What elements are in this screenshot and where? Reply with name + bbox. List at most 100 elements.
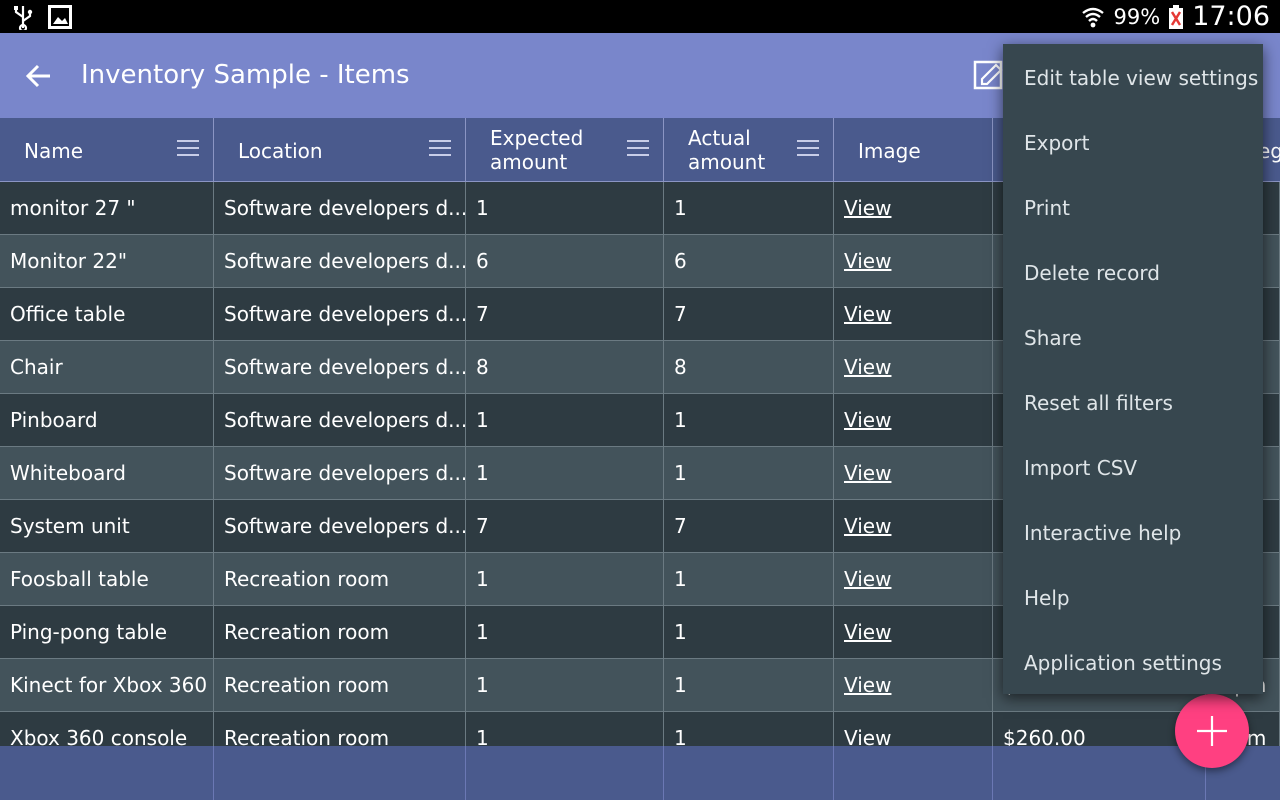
column-header-label: Expected amount bbox=[490, 126, 583, 174]
cell-image[interactable]: View bbox=[834, 659, 993, 712]
cell-expected[interactable]: 7 bbox=[466, 288, 664, 341]
back-arrow-icon[interactable] bbox=[24, 61, 54, 91]
cell-image[interactable]: View bbox=[834, 341, 993, 394]
cell-expected[interactable]: 1 bbox=[466, 182, 664, 235]
cell-name[interactable]: Monitor 22" bbox=[0, 235, 214, 288]
menu-item-delete-record[interactable]: Delete record bbox=[1024, 261, 1160, 285]
cell-image[interactable]: View bbox=[834, 235, 993, 288]
cell-image[interactable]: View bbox=[834, 182, 993, 235]
cell-actual[interactable]: 1 bbox=[664, 394, 834, 447]
cell-actual[interactable]: 1 bbox=[664, 182, 834, 235]
cell-expected[interactable]: 1 bbox=[466, 447, 664, 500]
cell-text: 7 bbox=[674, 302, 687, 326]
cell-text: Recreation room bbox=[224, 567, 390, 591]
view-image-link[interactable]: View bbox=[844, 355, 891, 379]
view-image-link[interactable]: View bbox=[844, 567, 891, 591]
cell-expected[interactable]: 1 bbox=[466, 553, 664, 606]
cell-text: 1 bbox=[674, 673, 687, 697]
menu-item-interactive-help[interactable]: Interactive help bbox=[1024, 521, 1181, 545]
cell-actual[interactable]: 1 bbox=[664, 553, 834, 606]
cell-expected[interactable]: 6 bbox=[466, 235, 664, 288]
column-header-image[interactable]: Image bbox=[834, 118, 993, 182]
view-image-link[interactable]: View bbox=[844, 673, 891, 697]
cell-text: Ping-pong table bbox=[10, 620, 168, 644]
view-image-link[interactable]: View bbox=[844, 620, 891, 644]
cell-text: Software developers d... bbox=[224, 355, 466, 379]
column-menu-icon[interactable] bbox=[627, 140, 649, 156]
footer-cell bbox=[214, 746, 466, 800]
view-image-link[interactable]: View bbox=[844, 514, 891, 538]
cell-image[interactable]: View bbox=[834, 553, 993, 606]
page-title: Inventory Sample - Items bbox=[81, 60, 410, 90]
cell-name[interactable]: Foosball table bbox=[0, 553, 214, 606]
cell-actual[interactable]: 8 bbox=[664, 341, 834, 394]
column-menu-icon[interactable] bbox=[177, 140, 199, 156]
cell-location[interactable]: Software developers d... bbox=[214, 182, 466, 235]
view-image-link[interactable]: View bbox=[844, 196, 891, 220]
menu-item-edit-table-view-settings[interactable]: Edit table view settings bbox=[1024, 66, 1258, 90]
cell-expected[interactable]: 1 bbox=[466, 659, 664, 712]
column-header-location[interactable]: Location bbox=[214, 118, 466, 182]
cell-location[interactable]: Recreation room bbox=[214, 606, 466, 659]
cell-expected[interactable]: 7 bbox=[466, 500, 664, 553]
add-record-button[interactable] bbox=[1175, 694, 1249, 768]
view-image-link[interactable]: View bbox=[844, 408, 891, 432]
cell-expected[interactable]: 8 bbox=[466, 341, 664, 394]
cell-name[interactable]: Kinect for Xbox 360 bbox=[0, 659, 214, 712]
menu-item-reset-all-filters[interactable]: Reset all filters bbox=[1024, 391, 1173, 415]
cell-actual[interactable]: 6 bbox=[664, 235, 834, 288]
menu-item-application-settings[interactable]: Application settings bbox=[1024, 651, 1222, 675]
cell-text: Foosball table bbox=[10, 567, 149, 591]
cell-name[interactable]: Whiteboard bbox=[0, 447, 214, 500]
cell-text: 1 bbox=[674, 620, 687, 644]
cell-expected[interactable]: 1 bbox=[466, 394, 664, 447]
column-header-name[interactable]: Name bbox=[0, 118, 214, 182]
cell-image[interactable]: View bbox=[834, 394, 993, 447]
cell-name[interactable]: Office table bbox=[0, 288, 214, 341]
menu-item-help[interactable]: Help bbox=[1024, 586, 1070, 610]
cell-image[interactable]: View bbox=[834, 606, 993, 659]
column-header-label: Name bbox=[24, 139, 84, 163]
column-header-label-line1: Actual bbox=[688, 126, 751, 150]
column-header-expected-amount[interactable]: Expected amount bbox=[466, 118, 664, 182]
cell-name[interactable]: Ping-pong table bbox=[0, 606, 214, 659]
cell-image[interactable]: View bbox=[834, 447, 993, 500]
cell-name[interactable]: Chair bbox=[0, 341, 214, 394]
view-image-link[interactable]: View bbox=[844, 302, 891, 326]
cell-actual[interactable]: 7 bbox=[664, 500, 834, 553]
table-footer bbox=[0, 746, 1280, 800]
column-menu-icon[interactable] bbox=[429, 140, 451, 156]
cell-actual[interactable]: 7 bbox=[664, 288, 834, 341]
cell-text: 1 bbox=[476, 461, 489, 485]
cell-actual[interactable]: 1 bbox=[664, 606, 834, 659]
cell-location[interactable]: Software developers d... bbox=[214, 341, 466, 394]
cell-location[interactable]: Software developers d... bbox=[214, 288, 466, 341]
menu-item-import-csv[interactable]: Import CSV bbox=[1024, 456, 1137, 480]
status-bar: 99% 17:06 bbox=[0, 0, 1280, 33]
column-header-label-line2: amount bbox=[490, 150, 568, 174]
cell-location[interactable]: Software developers d... bbox=[214, 447, 466, 500]
cell-location[interactable]: Software developers d... bbox=[214, 235, 466, 288]
column-header-label: Image bbox=[858, 139, 921, 163]
cell-text: Recreation room bbox=[224, 620, 390, 644]
column-header-label: Actual amount bbox=[688, 126, 765, 174]
menu-item-print[interactable]: Print bbox=[1024, 196, 1070, 220]
view-image-link[interactable]: View bbox=[844, 249, 891, 273]
cell-location[interactable]: Software developers d... bbox=[214, 500, 466, 553]
cell-expected[interactable]: 1 bbox=[466, 606, 664, 659]
cell-image[interactable]: View bbox=[834, 500, 993, 553]
cell-actual[interactable]: 1 bbox=[664, 447, 834, 500]
column-menu-icon[interactable] bbox=[797, 140, 819, 156]
cell-location[interactable]: Software developers d... bbox=[214, 394, 466, 447]
menu-item-share[interactable]: Share bbox=[1024, 326, 1082, 350]
cell-location[interactable]: Recreation room bbox=[214, 553, 466, 606]
cell-name[interactable]: Pinboard bbox=[0, 394, 214, 447]
cell-actual[interactable]: 1 bbox=[664, 659, 834, 712]
cell-image[interactable]: View bbox=[834, 288, 993, 341]
cell-name[interactable]: System unit bbox=[0, 500, 214, 553]
view-image-link[interactable]: View bbox=[844, 461, 891, 485]
menu-item-export[interactable]: Export bbox=[1024, 131, 1089, 155]
cell-name[interactable]: monitor 27 " bbox=[0, 182, 214, 235]
column-header-actual-amount[interactable]: Actual amount bbox=[664, 118, 834, 182]
cell-location[interactable]: Recreation room bbox=[214, 659, 466, 712]
